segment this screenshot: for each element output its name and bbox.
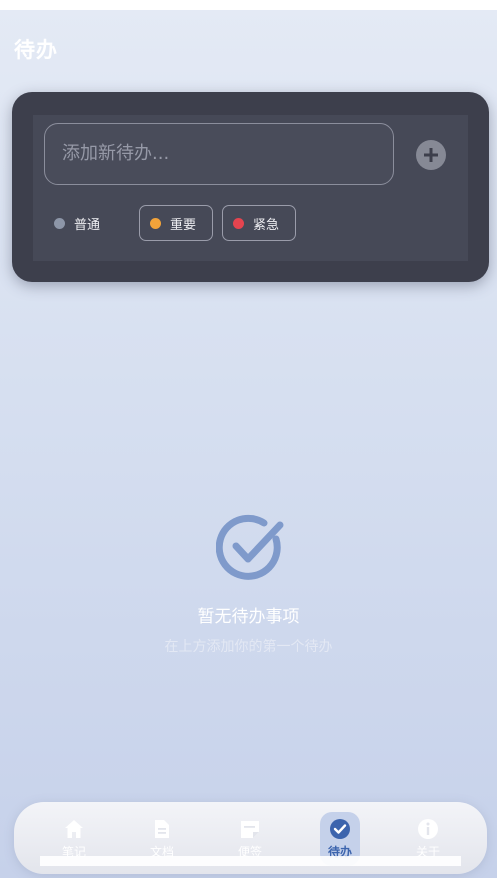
priority-urgent[interactable]: 紧急 — [222, 205, 296, 241]
document-icon — [155, 820, 169, 838]
top-strip — [0, 0, 497, 10]
priority-dot-important — [150, 217, 161, 229]
check-circle-icon — [330, 819, 350, 839]
add-todo-panel: 添加新待办... 普通 重要 紧急 — [33, 115, 468, 261]
add-todo-button[interactable] — [416, 140, 446, 170]
empty-state-subtitle: 在上方添加你的第一个待办 — [164, 639, 333, 655]
bottom-nav: 笔记 文档 便签 待办 关于 — [14, 802, 487, 874]
home-icon — [65, 820, 83, 838]
priority-label-normal: 普通 — [74, 217, 101, 233]
info-icon — [418, 819, 438, 839]
priority-dot-normal — [54, 217, 65, 229]
page-title: 待办 — [14, 38, 58, 62]
priority-important[interactable]: 重要 — [139, 205, 213, 241]
check-circle-icon — [216, 514, 284, 580]
add-todo-card: 添加新待办... 普通 重要 紧急 — [12, 92, 489, 282]
nav-highlight-strip — [40, 856, 461, 866]
note-icon — [241, 821, 259, 838]
priority-label-important: 重要 — [170, 217, 197, 233]
priority-normal[interactable]: 普通 — [44, 205, 114, 241]
new-todo-input[interactable]: 添加新待办... — [44, 123, 394, 185]
empty-state-title: 暂无待办事项 — [197, 607, 300, 627]
priority-dot-urgent — [233, 217, 244, 229]
plus-icon — [424, 148, 438, 162]
priority-label-urgent: 紧急 — [253, 217, 280, 233]
